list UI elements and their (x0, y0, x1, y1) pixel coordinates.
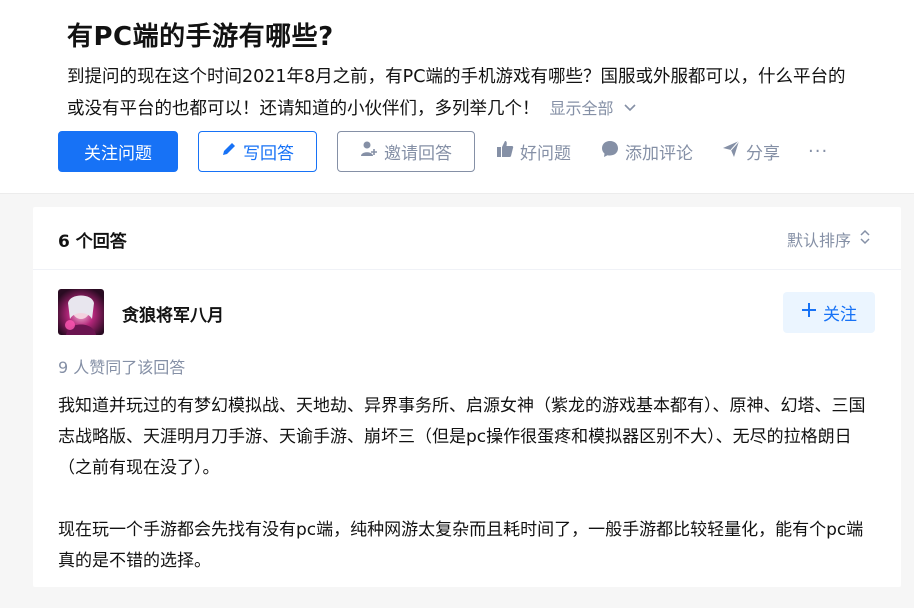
invite-answer-label: 邀请回答 (384, 144, 452, 164)
answer-content: 我知道并玩过的有梦幻模拟战、天地劫、异界事务所、启源女神（紫龙的游戏基本都有）、… (58, 391, 878, 608)
follow-question-button[interactable]: 关注问题 (58, 131, 178, 172)
answers-card: 6 个回答 默认排序 贪狼将军八月 关注 9 人赞同了该回答 我知道并玩过的有梦… (33, 207, 901, 587)
question-detail-text-2: 或没有平台的也都可以！还请知道的小伙伴们，多列举几个！ (67, 99, 540, 119)
upvote-summary[interactable]: 9 人赞同了该回答 (58, 354, 185, 378)
comment-bubble-icon (601, 140, 625, 163)
question-actions: 关注问题 写回答 邀请回答 好问题 添加评论 分享 ··· (58, 131, 914, 174)
plus-icon (801, 302, 823, 323)
follow-question-label: 关注问题 (84, 144, 152, 164)
question-detail-line-1: 到提问的现在这个时间2021年8月之前，有PC端的手机游戏有哪些？国服或外服都可… (67, 67, 846, 87)
more-dots-icon: ··· (808, 141, 829, 162)
follow-author-button[interactable]: 关注 (783, 292, 875, 333)
pencil-icon (221, 141, 243, 162)
write-answer-label: 写回答 (243, 144, 294, 164)
author-name[interactable]: 贪狼将军八月 (122, 301, 224, 326)
invite-answer-button[interactable]: 邀请回答 (337, 131, 475, 172)
answer-paragraph: 我知道并玩过的有梦幻模拟战、天地劫、异界事务所、启源女神（紫龙的游戏基本都有）、… (58, 396, 866, 478)
share-label: 分享 (746, 144, 780, 164)
author-avatar[interactable] (58, 289, 104, 335)
show-all-link[interactable]: 显示全部 (550, 99, 636, 118)
thumbs-up-icon (496, 140, 520, 163)
write-answer-button[interactable]: 写回答 (198, 131, 317, 172)
question-detail-line-2: 或没有平台的也都可以！还请知道的小伙伴们，多列举几个！ 显示全部 (67, 92, 907, 124)
show-all-label: 显示全部 (549, 99, 614, 118)
good-question-button[interactable]: 好问题 (496, 131, 571, 172)
answer-count: 6 个回答 (58, 232, 127, 252)
sort-chevrons-icon (851, 229, 871, 249)
share-button[interactable]: 分享 (722, 131, 780, 172)
follow-author-label: 关注 (823, 305, 857, 325)
question-detail: 到提问的现在这个时间2021年8月之前，有PC端的手机游戏有哪些？国服或外服都可… (67, 62, 907, 124)
question-header: 有PC端的手游有哪些? 到提问的现在这个时间2021年8月之前，有PC端的手机游… (0, 0, 914, 194)
good-question-label: 好问题 (520, 144, 571, 164)
more-options-button[interactable]: ··· (808, 131, 828, 172)
question-title: 有PC端的手游有哪些? (67, 22, 334, 52)
chevron-down-icon (623, 92, 636, 122)
invite-user-icon (360, 140, 384, 163)
sort-dropdown[interactable]: 默认排序 (787, 227, 871, 251)
paper-plane-icon (722, 140, 746, 163)
add-comment-label: 添加评论 (625, 144, 693, 164)
add-comment-button[interactable]: 添加评论 (601, 131, 693, 172)
answer-paragraph: 现在玩一个手游都会先找有没有pc端，纯种网游太复杂而且耗时间了，一般手游都比较轻… (58, 520, 864, 571)
sort-label: 默认排序 (786, 231, 851, 250)
answers-header: 6 个回答 默认排序 (33, 207, 901, 270)
